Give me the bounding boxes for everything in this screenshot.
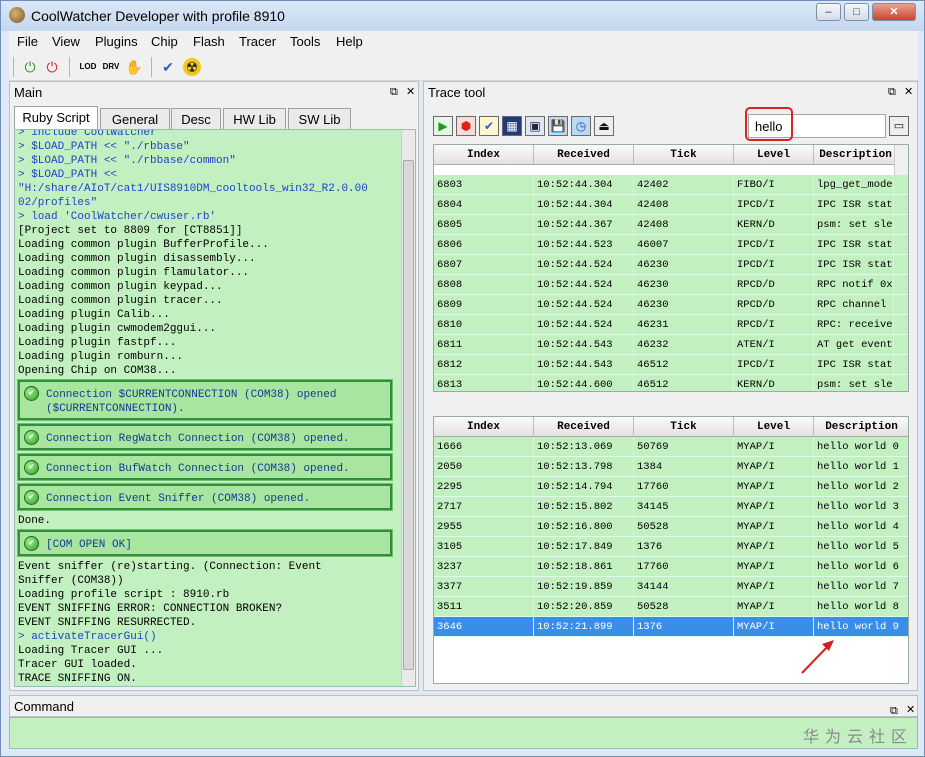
main-toolbar: ⏻ ⏻ LOD DRV ✋ ✔ ☢ [9,53,918,81]
console-scrollbar[interactable] [401,130,415,686]
main-panel: Main ⧉ ✕ Ruby Script General Desc HW Lib… [9,81,419,691]
com-open-text: [COM OPEN OK] [46,539,132,551]
console-line: Loading plugin cwmodem2ggui... [18,323,217,335]
watermark: 华为云社区 [803,729,914,746]
connection-status-box: ✔ Connection $CURRENTCONNECTION (COM38) o… [17,379,393,421]
title-bar: CoolWatcher Developer with profile 8910 … [1,1,924,31]
console-line: 02/profiles" [18,197,98,209]
red-arrow-annotation [801,640,834,674]
check-icon: ✔ [24,386,39,401]
minimize-button[interactable]: – [816,3,841,21]
console-line: EVENT SNIFFING ERROR: CONNECTION BROKEN? [18,603,283,615]
connection-status-text: Connection $CURRENTCONNECTION (COM38) op… [46,389,337,415]
console-line: Event sniffer (re)starting. (Connection:… [18,561,322,573]
menu-bar: File View Plugins Chip Flash Tracer Tool… [9,31,918,53]
com-open-box: ✔ [COM OPEN OK] [17,529,393,557]
menu-plugins[interactable]: Plugins [95,34,138,49]
check-flag-icon[interactable]: ✔ [159,58,177,76]
connection-status-text: Connection Event Sniffer (COM38) opened. [46,493,311,505]
menu-file[interactable]: File [17,34,38,49]
app-icon [9,7,25,23]
menu-tracer[interactable]: Tracer [239,34,276,49]
console-line: Sniffer (COM38)) [18,575,124,587]
console-line: > $LOAD_PATH << "./rbbase" [18,141,190,153]
tab-general[interactable]: General [100,108,170,130]
connection-status-text: Connection BufWatch Connection (COM38) o… [46,463,350,475]
console-line: > $LOAD_PATH << [18,169,118,181]
console-line: > activateTracerGui() [18,631,157,643]
check-icon: ✔ [24,460,39,475]
command-panel-title: Command ⧉ ✕ [9,695,918,717]
close-button[interactable]: ✕ [872,3,916,21]
console-line: Loading profile script : 8910.rb [18,589,230,601]
tab-desc[interactable]: Desc [171,108,221,130]
menu-tools[interactable]: Tools [290,34,320,49]
console-line: > $LOAD_PATH << "./rbbase/common" [18,155,236,167]
console-line: Opening Chip on COM38... [18,365,177,377]
menu-view[interactable]: View [52,34,80,49]
console-line: Loading Tracer GUI ... [18,645,164,657]
console-line: Loading common plugin flamulator... [18,267,250,279]
command-input[interactable] [9,717,918,749]
window-title: CoolWatcher Developer with profile 8910 [31,8,285,24]
float-icon[interactable]: ⧉ [390,86,398,99]
radiation-icon[interactable]: ☢ [183,58,201,76]
close-panel-icon[interactable]: ✕ [406,85,415,98]
trace-tool-panel: Trace tool ⧉ ✕ ▶ ⬢ ✔ ▦ ▣ 💾 ◷ ⏏ ▭ Index R… [423,81,918,691]
menu-flash[interactable]: Flash [193,34,225,49]
maximize-button[interactable]: □ [844,3,869,21]
console-line: "H:/share/AIoT/cat1/UIS8910DM_cooltools_… [18,183,368,195]
drv-icon[interactable]: DRV [102,58,120,76]
console-line: Loading plugin Calib... [18,309,170,321]
console-line: Loading common plugin keypad... [18,281,223,293]
check-icon: ✔ [24,536,39,551]
check-icon: ✔ [24,490,39,505]
tab-hw-lib[interactable]: HW Lib [223,108,286,130]
console-line: Loading common plugin disassembly... [18,253,256,265]
console-line: Loading common plugin BufferProfile... [18,239,269,251]
power-off-icon[interactable]: ⏻ [43,58,61,76]
console-line: > include CoolWatcher [18,129,157,139]
console-line: > load 'CoolWatcher/cwuser.rb' [18,211,217,223]
app-window: CoolWatcher Developer with profile 8910 … [0,0,925,757]
console-line: [Project set to 8809 for [CT8851]] [18,225,243,237]
console-line: Loading common plugin tracer... [18,295,223,307]
connection-status-text: Connection RegWatch Connection (COM38) o… [46,433,350,445]
connection-status-box: ✔ Connection Event Sniffer (COM38) opened… [17,483,393,511]
power-on-icon[interactable]: ⏻ [21,58,39,76]
console-line: Done. [18,515,52,527]
tab-sw-lib[interactable]: SW Lib [288,108,351,130]
console-line: Loading plugin romburn... [18,351,184,363]
check-icon: ✔ [24,430,39,445]
connection-status-box: ✔ Connection RegWatch Connection (COM38) … [17,423,393,451]
console-line: EVENT SNIFFING RESURRECTED. [18,617,197,629]
command-title: Command [14,699,74,714]
console-line: TRACE SNIFFING ON. [18,673,137,685]
lod-icon[interactable]: LOD [79,58,97,76]
console-line: Loading plugin fastpf... [18,337,177,349]
console-scroll-thumb[interactable] [403,160,414,670]
ruby-console[interactable]: > include CoolWatcher > $LOAD_PATH << "./… [14,129,416,687]
tab-ruby-script[interactable]: Ruby Script [14,106,98,131]
menu-chip[interactable]: Chip [151,34,178,49]
menu-help[interactable]: Help [336,34,363,49]
hand-icon[interactable]: ✋ [125,58,143,76]
console-line: Tracer GUI loaded. [18,659,137,671]
main-panel-title: Main [10,82,418,104]
connection-status-box: ✔ Connection BufWatch Connection (COM38) … [17,453,393,481]
